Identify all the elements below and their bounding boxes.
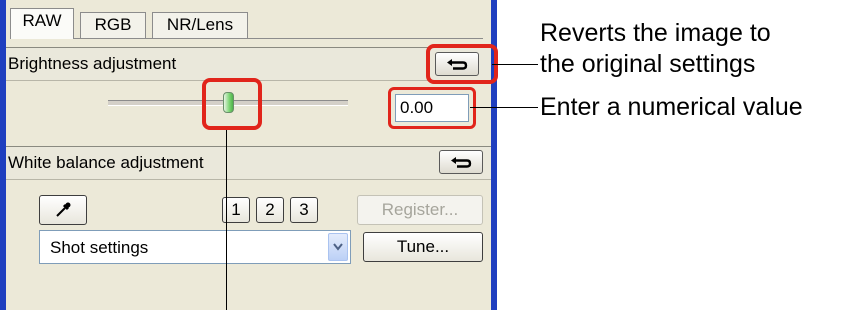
revert-arrow-icon [451,157,472,168]
tab-underline [14,38,483,39]
revert-callout-line2: the original settings [540,50,756,78]
eyedropper-icon [56,202,71,217]
raw-adjustment-panel: RAW RGB NR/Lens Brightness adjustment 0.… [0,0,498,310]
slider-highlight [202,78,262,130]
tab-nr-lens[interactable]: NR/Lens [152,12,248,38]
register-button[interactable]: Register... [357,195,483,225]
numeric-callout-line [470,107,538,108]
wb-preset-2-button[interactable]: 2 [256,197,284,223]
revert-callout-line [492,64,538,65]
white-balance-selected-value: Shot settings [50,238,149,257]
white-balance-section-header: White balance adjustment [6,146,491,180]
white-balance-revert-button[interactable] [439,150,483,174]
revert-callout-line1: Reverts the image to [540,19,771,47]
dropdown-arrow[interactable] [328,233,348,261]
slider-callout-line [226,130,227,310]
white-balance-select[interactable]: Shot settings [39,230,351,264]
white-balance-title: White balance adjustment [8,153,204,172]
numeric-callout-text: Enter a numerical value [540,93,803,121]
brightness-section-header: Brightness adjustment [6,47,491,81]
tab-rgb[interactable]: RGB [80,12,146,38]
value-field-highlight [388,87,476,129]
tune-button[interactable]: Tune... [363,232,483,262]
revert-highlight [426,44,498,84]
wb-preset-3-button[interactable]: 3 [290,197,318,223]
tab-raw[interactable]: RAW [10,8,74,39]
brightness-title: Brightness adjustment [8,54,177,73]
eyedropper-button[interactable] [39,195,87,225]
chevron-down-icon [333,243,343,251]
